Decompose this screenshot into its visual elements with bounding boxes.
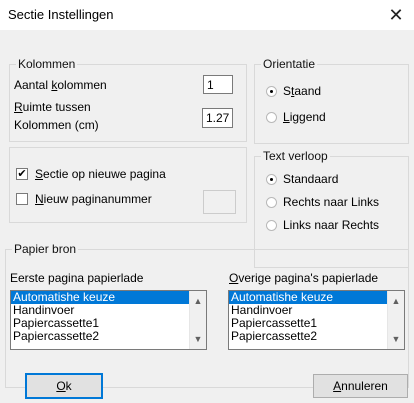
sectie-nieuwe-pagina-label-rest: ectie op nieuwe pagina	[43, 167, 166, 181]
window-title: Sectie Instellingen	[8, 7, 114, 22]
list-item[interactable]: Papiercassette2	[229, 330, 404, 343]
sectie-nieuwe-pagina-checkbox[interactable]: ✔	[16, 168, 28, 180]
papier-bron-group-label: Papier bron	[12, 242, 79, 256]
ruimte-tussen-mnemonic: R	[14, 100, 23, 114]
radio-standaard[interactable]	[266, 174, 277, 185]
chevron-up-icon[interactable]: ▲	[190, 294, 206, 308]
ok-label-rest: k	[65, 379, 72, 393]
nieuw-paginanummer-label[interactable]: Nieuw paginanummer	[35, 192, 152, 206]
staand-label-part: S	[283, 84, 292, 98]
orientatie-group-label: Orientatie	[261, 57, 318, 71]
chevron-down-icon[interactable]: ▼	[190, 332, 206, 346]
staand-label[interactable]: Staand	[283, 84, 321, 98]
aantal-kolommen-label-rest: olommen	[57, 78, 107, 92]
staand-label-rest: aand	[294, 84, 322, 98]
radio-liggend[interactable]	[266, 112, 277, 123]
title-bar: Sectie Instellingen ✕	[0, 0, 414, 30]
ok-mnemonic: O	[56, 379, 66, 393]
chevron-down-icon[interactable]: ▼	[388, 332, 404, 346]
eerste-papierlade-listbox[interactable]: Automatishe keuze Handinvoer Papiercasse…	[10, 290, 207, 350]
aantal-kolommen-input[interactable]	[203, 75, 233, 94]
annuleren-label-rest: nnuleren	[341, 379, 388, 393]
annuleren-mnemonic: A	[333, 379, 342, 393]
overige-mnemonic: O	[229, 271, 239, 285]
nieuw-paginanummer-checkbox[interactable]	[16, 193, 28, 205]
list-item[interactable]: Papiercassette2	[11, 330, 206, 343]
ruimte-tussen-input[interactable]	[202, 108, 233, 128]
annuleren-button[interactable]: Annuleren	[313, 374, 408, 398]
sectie-nieuwe-pagina-label[interactable]: Sectie op nieuwe pagina	[35, 167, 166, 181]
radio-staand[interactable]	[266, 86, 277, 97]
overige-papierlade-label: Overige pagina's papierlade	[229, 271, 378, 285]
close-icon[interactable]: ✕	[378, 0, 414, 30]
scrollbar[interactable]: ▲ ▼	[189, 291, 206, 349]
kolommen-group-label: Kolommen	[16, 57, 78, 71]
ruimte-tussen-label: Ruimte tussen	[14, 100, 91, 114]
liggend-label-rest: iggend	[289, 110, 326, 124]
ruimte-tussen-label-rest: uimte tussen	[22, 100, 91, 114]
standaard-label[interactable]: Standaard	[283, 172, 338, 186]
eerste-pagina-papierlade-label: Eerste pagina papierlade	[10, 271, 144, 285]
liggend-mnemonic: L	[283, 110, 290, 124]
nieuw-paginanummer-mnemonic: N	[35, 192, 44, 206]
aantal-kolommen-label: Aantal kolommen	[14, 78, 107, 92]
sectie-nieuwe-pagina-mnemonic: S	[35, 167, 44, 181]
links-naar-rechts-label[interactable]: Links naar Rechts	[283, 218, 379, 232]
chevron-up-icon[interactable]: ▲	[388, 294, 404, 308]
nieuw-paginanummer-label-rest: ieuw paginanummer	[43, 192, 152, 206]
ok-button[interactable]: Ok	[25, 373, 103, 399]
radio-rechts-naar-links[interactable]	[266, 197, 277, 208]
dialog-body: Kolommen Aantal kolommen Ruimte tussen K…	[0, 30, 414, 403]
aantal-kolommen-label-part: Aantal	[14, 78, 52, 92]
paginanummer-input[interactable]	[203, 190, 236, 214]
overige-label-rest: verige pagina's papierlade	[238, 271, 379, 285]
liggend-label[interactable]: Liggend	[283, 110, 326, 124]
text-verloop-group-label: Text verloop	[261, 149, 330, 163]
overige-papierlade-listbox[interactable]: Automatishe keuze Handinvoer Papiercasse…	[228, 290, 405, 350]
radio-links-naar-rechts[interactable]	[266, 220, 277, 231]
orientatie-group: Orientatie	[254, 57, 409, 144]
kolommen-cm-label: Kolommen (cm)	[14, 118, 99, 132]
rechts-naar-links-label[interactable]: Rechts naar Links	[283, 195, 379, 209]
scrollbar[interactable]: ▲ ▼	[387, 291, 404, 349]
